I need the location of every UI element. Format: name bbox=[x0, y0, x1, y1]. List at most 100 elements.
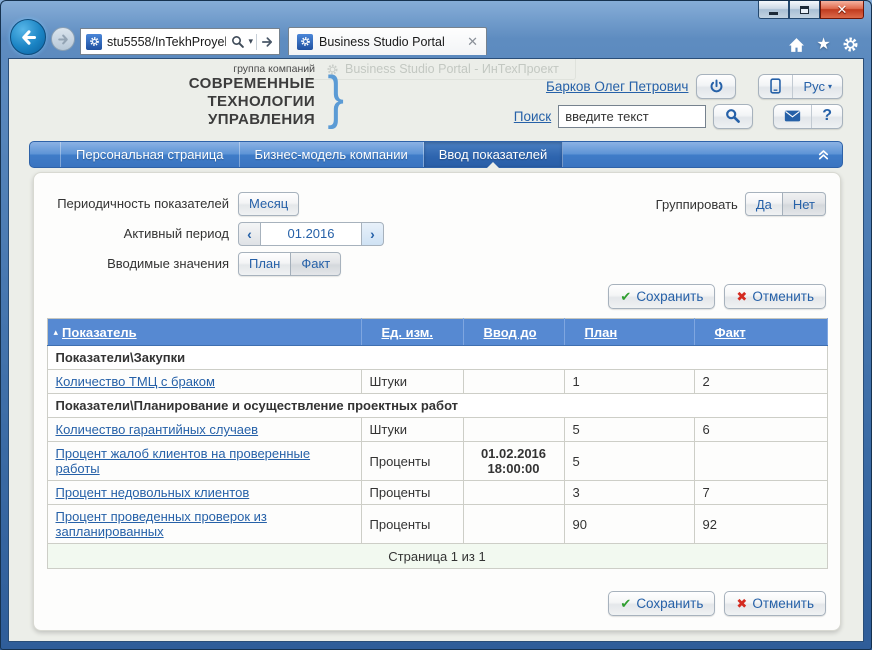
periodicity-button[interactable]: Месяц bbox=[238, 192, 299, 216]
cancel-button-bottom[interactable]: ✖ Отменить bbox=[724, 591, 826, 616]
nav-tab-business-model[interactable]: Бизнес-модель компании bbox=[240, 142, 424, 167]
column-header-indicator[interactable]: ▴Показатель bbox=[47, 319, 361, 346]
table-row: Процент проведенных проверок из запланир… bbox=[47, 505, 827, 544]
table-row: Количество ТМЦ с браком Штуки 1 2 bbox=[47, 370, 827, 394]
mobile-version-button[interactable] bbox=[759, 75, 792, 98]
period-prev-button[interactable]: ‹ bbox=[238, 222, 261, 246]
indicator-link[interactable]: Процент проведенных проверок из запланир… bbox=[56, 509, 267, 539]
grouping-toggle: Да Нет bbox=[745, 192, 826, 216]
language-label: Рус bbox=[803, 79, 825, 94]
fact-value[interactable]: 2 bbox=[694, 370, 827, 394]
column-header-unit[interactable]: Ед. изм. bbox=[361, 319, 463, 346]
column-header-deadline[interactable]: Ввод до bbox=[463, 319, 564, 346]
save-button-top[interactable]: ✔ Сохранить bbox=[608, 284, 715, 309]
collapse-chevron-icon[interactable] bbox=[817, 148, 830, 161]
fact-value[interactable]: 92 bbox=[694, 505, 827, 544]
go-arrow-icon[interactable] bbox=[260, 36, 274, 48]
search-input[interactable] bbox=[558, 105, 706, 128]
help-label: ? bbox=[822, 107, 832, 125]
column-header-plan[interactable]: План bbox=[564, 319, 694, 346]
maximize-button[interactable] bbox=[789, 1, 820, 19]
column-header-fact[interactable]: Факт bbox=[694, 319, 827, 346]
search-button[interactable] bbox=[713, 104, 753, 129]
plan-value[interactable]: 3 bbox=[564, 481, 694, 505]
sort-asc-icon: ▴ bbox=[54, 327, 59, 337]
table-row: Процент жалоб клиентов на проверенные ра… bbox=[47, 442, 827, 481]
address-dropdown-icon[interactable]: ▾ bbox=[248, 36, 253, 47]
divider bbox=[256, 34, 257, 50]
main-navigation: Персональная страница Бизнес-модель комп… bbox=[29, 141, 843, 168]
forward-button[interactable] bbox=[51, 27, 75, 51]
grouping-no-button[interactable]: Нет bbox=[783, 192, 826, 216]
cancel-button-top[interactable]: ✖ Отменить bbox=[724, 284, 826, 309]
tab-close-icon[interactable]: ✕ bbox=[467, 35, 478, 48]
search-icon bbox=[725, 108, 741, 124]
language-selector[interactable]: Рус ▾ bbox=[792, 75, 842, 98]
user-name-link[interactable]: Барков Олег Петрович bbox=[546, 79, 688, 94]
close-button[interactable]: ✕ bbox=[820, 1, 864, 19]
device-language-group: Рус ▾ bbox=[758, 74, 843, 99]
table-row: Процент недовольных клиентов Проценты 3 … bbox=[47, 481, 827, 505]
favorites-star-icon[interactable]: ★ bbox=[815, 36, 832, 53]
logo-line-2: ТЕХНОЛОГИИ bbox=[47, 93, 319, 111]
mail-button[interactable] bbox=[774, 105, 811, 128]
logo-brace: } bbox=[327, 69, 343, 127]
periodicity-label: Периодичность показателей bbox=[46, 196, 238, 211]
check-icon: ✔ bbox=[620, 289, 631, 305]
group-row: Показатели\Планирование и осуществление … bbox=[47, 394, 827, 418]
window-controls: ✕ bbox=[758, 1, 864, 19]
forward-arrow-icon bbox=[57, 33, 70, 46]
site-header: Business Studio Portal - ИнТехПроект гру… bbox=[9, 59, 863, 141]
fact-toggle-button[interactable]: Факт bbox=[291, 252, 341, 276]
plan-toggle-button[interactable]: План bbox=[238, 252, 291, 276]
back-button[interactable] bbox=[10, 19, 46, 55]
kpi-table: ▴Показатель Ед. изм. Ввод до План Факт П… bbox=[47, 318, 828, 569]
check-icon: ✔ bbox=[620, 596, 631, 612]
fact-value[interactable] bbox=[694, 442, 827, 481]
indicator-link[interactable]: Процент жалоб клиентов на проверенные ра… bbox=[56, 446, 311, 476]
entered-values-label: Вводимые значения bbox=[46, 256, 238, 271]
address-search-icon[interactable] bbox=[231, 35, 245, 49]
minimize-icon bbox=[769, 12, 778, 15]
browser-tab[interactable]: Business Studio Portal ✕ bbox=[288, 27, 487, 55]
nav-tab-indicator-entry[interactable]: Ввод показателей bbox=[424, 142, 564, 167]
home-icon[interactable] bbox=[788, 36, 805, 53]
envelope-icon bbox=[784, 110, 801, 122]
tab-favicon-icon bbox=[297, 34, 313, 50]
ghost-tab: Business Studio Portal - ИнТехПроект bbox=[309, 59, 576, 80]
nav-tab-personal-page[interactable]: Персональная страница bbox=[60, 142, 240, 167]
deadline-value: 01.02.2016 18:00:00 bbox=[463, 442, 564, 481]
plan-value[interactable]: 5 bbox=[564, 418, 694, 442]
maximize-icon bbox=[800, 6, 809, 14]
grouping-label: Группировать bbox=[656, 197, 738, 212]
fact-value[interactable]: 7 bbox=[694, 481, 827, 505]
pagination-row: Страница 1 из 1 bbox=[47, 544, 827, 569]
save-button-bottom[interactable]: ✔ Сохранить bbox=[608, 591, 715, 616]
chevron-down-icon: ▾ bbox=[828, 82, 832, 91]
grouping-yes-button[interactable]: Да bbox=[745, 192, 783, 216]
page: Business Studio Portal - ИнТехПроект гру… bbox=[9, 59, 863, 641]
active-period-control: ‹ 01.2016 › bbox=[238, 222, 384, 246]
indicator-link[interactable]: Количество гарантийных случаев bbox=[56, 422, 259, 437]
minimize-button[interactable] bbox=[758, 1, 789, 19]
cross-icon: ✖ bbox=[736, 289, 747, 305]
help-button[interactable]: ? bbox=[811, 105, 842, 128]
plan-value[interactable]: 1 bbox=[564, 370, 694, 394]
plan-value[interactable]: 5 bbox=[564, 442, 694, 481]
power-icon bbox=[709, 79, 724, 94]
plan-value[interactable]: 90 bbox=[564, 505, 694, 544]
address-text[interactable]: stu5558/InTekhProyekt/ bbox=[107, 35, 226, 49]
content-panel: Периодичность показателей Месяц Активный… bbox=[33, 172, 841, 631]
indicator-link[interactable]: Количество ТМЦ с браком bbox=[56, 374, 215, 389]
logout-button[interactable] bbox=[696, 74, 736, 99]
period-next-button[interactable]: › bbox=[361, 222, 384, 246]
address-bar[interactable]: stu5558/InTekhProyekt/ ▾ bbox=[80, 28, 280, 55]
indicator-link[interactable]: Процент недовольных клиентов bbox=[56, 485, 250, 500]
tab-title: Business Studio Portal bbox=[319, 35, 461, 49]
fact-value[interactable]: 6 bbox=[694, 418, 827, 442]
mobile-phone-icon bbox=[769, 78, 782, 94]
settings-gear-icon[interactable] bbox=[842, 36, 859, 53]
close-icon: ✕ bbox=[837, 3, 848, 16]
back-arrow-icon bbox=[19, 28, 38, 47]
search-link[interactable]: Поиск bbox=[514, 109, 551, 124]
